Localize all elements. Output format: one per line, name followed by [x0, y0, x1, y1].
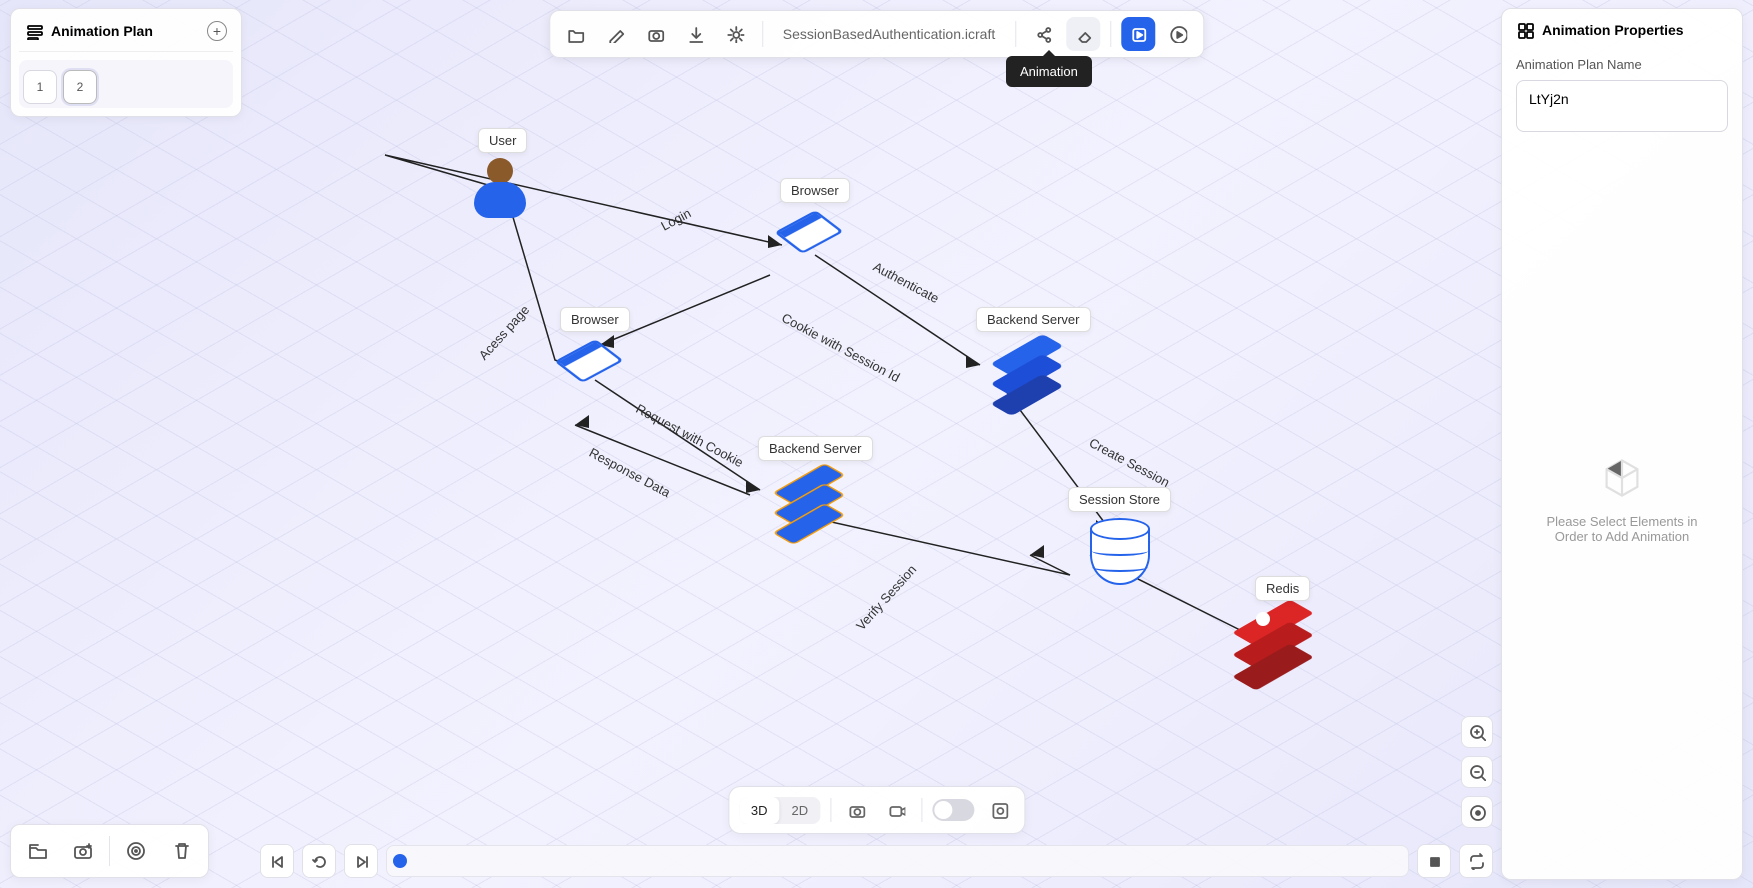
separator	[830, 798, 831, 822]
separator	[109, 836, 110, 866]
target-icon	[125, 840, 147, 862]
node-browser1-label[interactable]: Browser	[780, 178, 850, 203]
server-icon-2[interactable]	[772, 469, 846, 547]
stop-button[interactable]	[1418, 845, 1450, 877]
trash-icon	[171, 840, 193, 862]
view-mode-toggle: 3D 2D	[739, 797, 820, 824]
draw-button[interactable]	[598, 17, 632, 51]
focus-button[interactable]	[984, 795, 1014, 825]
mode-3d-button[interactable]: 3D	[739, 797, 780, 824]
stop-icon	[1425, 852, 1443, 870]
export-button[interactable]	[17, 831, 57, 871]
toolbar-separator	[1015, 21, 1016, 47]
plan-name-input[interactable]	[1516, 80, 1728, 132]
skip-forward-icon	[352, 852, 370, 870]
zoom-in-icon	[1468, 723, 1486, 741]
playback-bar	[260, 844, 1493, 878]
plan-item-2[interactable]: 2	[63, 70, 97, 104]
snapshot-button[interactable]	[63, 831, 103, 871]
mode-2d-button[interactable]: 2D	[780, 797, 821, 824]
playhead[interactable]	[393, 854, 407, 868]
loop-icon	[1467, 852, 1485, 870]
empty-state: Please Select Elements in Order to Add A…	[1516, 132, 1728, 867]
screenshot-button[interactable]	[841, 795, 871, 825]
separator	[921, 798, 922, 822]
toolbar-separator	[762, 21, 763, 47]
animation-button[interactable]	[1121, 17, 1155, 51]
properties-panel: Animation Properties Animation Plan Name…	[1501, 8, 1743, 880]
browser-icon-2[interactable]	[562, 339, 616, 383]
play-icon	[1169, 25, 1187, 43]
node-user-label[interactable]: User	[478, 128, 527, 153]
plan-item-1[interactable]: 1	[23, 70, 57, 104]
share-icon	[1034, 25, 1052, 43]
user-icon[interactable]	[472, 158, 528, 230]
animation-plan-panel: Animation Plan + 1 2	[10, 8, 242, 117]
next-button[interactable]	[345, 845, 377, 877]
bottom-left-controls	[10, 824, 209, 878]
node-browser2-label[interactable]: Browser	[560, 307, 630, 332]
video-icon	[887, 801, 905, 819]
download-button[interactable]	[678, 17, 712, 51]
database-icon[interactable]	[1090, 518, 1150, 592]
browser-icon[interactable]	[782, 210, 836, 254]
delete-button[interactable]	[162, 831, 202, 871]
properties-icon	[1516, 21, 1534, 39]
zoom-controls	[1461, 716, 1493, 828]
play-button[interactable]	[1161, 17, 1195, 51]
loop-button[interactable]	[1460, 845, 1492, 877]
folder-open-icon	[26, 840, 48, 862]
node-backend2-label[interactable]: Backend Server	[758, 436, 873, 461]
empty-logo-icon	[1600, 456, 1644, 500]
download-icon	[686, 25, 704, 43]
gear-icon	[726, 25, 744, 43]
replay-button[interactable]	[303, 845, 335, 877]
skip-back-icon	[268, 852, 286, 870]
eraser-icon	[1074, 25, 1092, 43]
fit-button[interactable]	[1461, 796, 1493, 828]
zoom-out-button[interactable]	[1461, 756, 1493, 788]
filename-label: SessionBasedAuthentication.icraft	[773, 26, 1005, 42]
share-button[interactable]	[1026, 17, 1060, 51]
node-backend1-label[interactable]: Backend Server	[976, 307, 1091, 332]
timeline[interactable]	[386, 845, 1409, 877]
zoom-in-button[interactable]	[1461, 716, 1493, 748]
toolbar-separator	[1110, 21, 1111, 47]
settings-button[interactable]	[718, 17, 752, 51]
erase-button[interactable]	[1066, 17, 1100, 51]
view-controls: 3D 2D	[728, 786, 1025, 834]
fit-icon	[1468, 803, 1486, 821]
animation-tooltip: Animation	[1006, 56, 1092, 87]
node-sessionstore-label[interactable]: Session Store	[1068, 487, 1171, 512]
top-toolbar: SessionBasedAuthentication.icraft	[549, 10, 1204, 58]
properties-title: Animation Properties	[1542, 22, 1684, 38]
video-button[interactable]	[881, 795, 911, 825]
pen-icon	[606, 25, 624, 43]
prev-button[interactable]	[261, 845, 293, 877]
node-redis-label[interactable]: Redis	[1255, 576, 1310, 601]
folder-icon	[566, 25, 584, 43]
list-icon	[25, 22, 43, 40]
open-button[interactable]	[558, 17, 592, 51]
toggle-switch[interactable]	[932, 799, 974, 821]
replay-icon	[310, 852, 328, 870]
zoom-out-icon	[1468, 763, 1486, 781]
redis-icon[interactable]	[1232, 606, 1314, 694]
camera-icon	[646, 25, 664, 43]
server-icon[interactable]	[990, 340, 1064, 418]
animation-plan-title: Animation Plan	[51, 23, 199, 39]
focus-icon	[990, 801, 1008, 819]
record-button[interactable]	[116, 831, 156, 871]
plan-name-label: Animation Plan Name	[1516, 57, 1728, 72]
camera-icon	[847, 801, 865, 819]
add-plan-button[interactable]: +	[207, 21, 227, 41]
animation-icon	[1129, 25, 1147, 43]
plan-items: 1 2	[19, 60, 233, 108]
empty-text: Please Select Elements in Order to Add A…	[1536, 514, 1708, 544]
camera-add-icon	[72, 840, 94, 862]
camera-button[interactable]	[638, 17, 672, 51]
